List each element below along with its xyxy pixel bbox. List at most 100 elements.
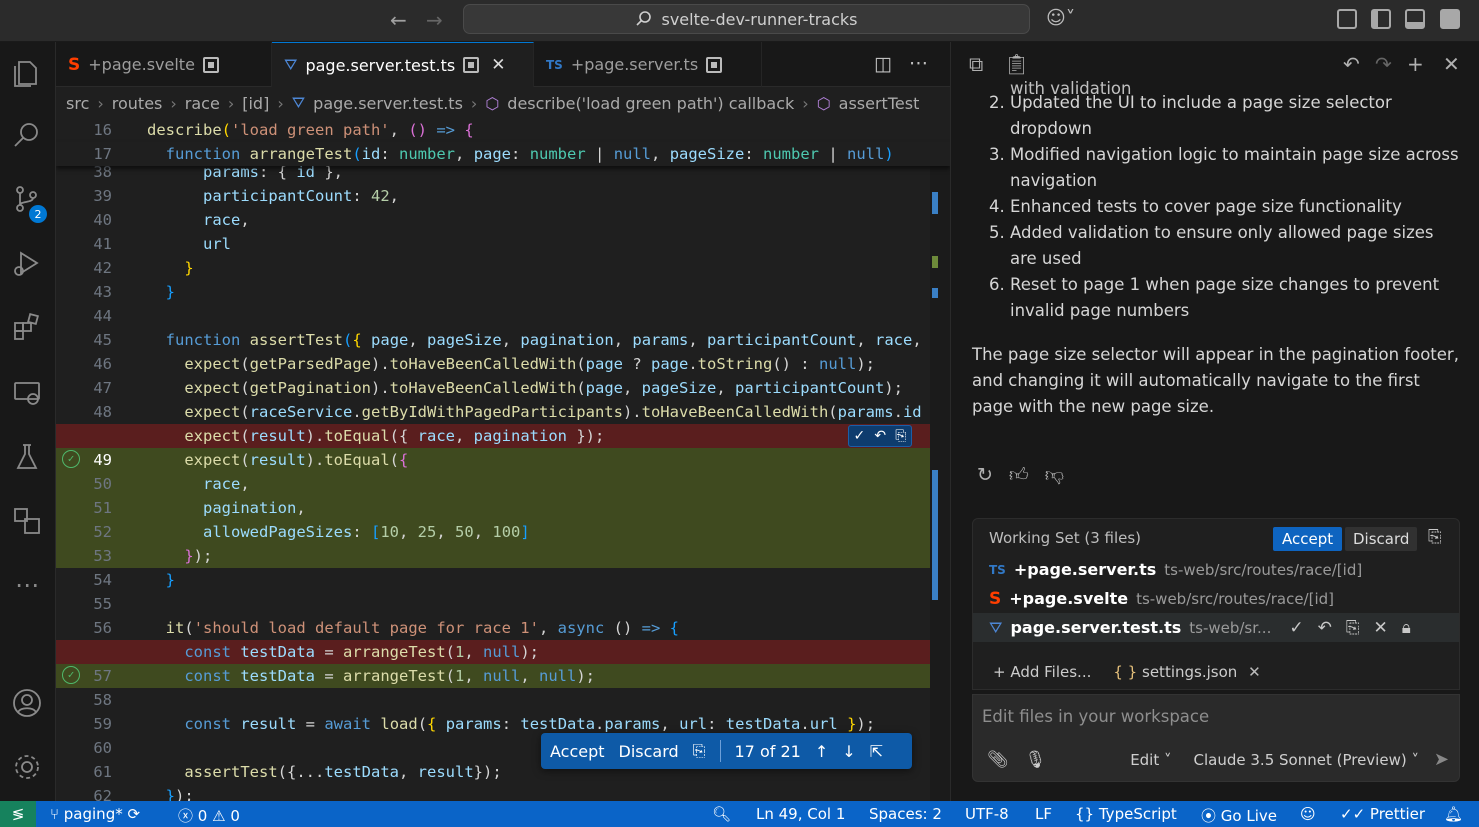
testing-icon[interactable] bbox=[10, 440, 44, 474]
code-line[interactable]: 40 race, bbox=[56, 208, 950, 232]
accept-file-icon[interactable]: ✓ bbox=[1289, 618, 1303, 638]
working-set-file[interactable]: TS +page.server.ts ts-web/src/routes/rac… bbox=[973, 555, 1459, 584]
accounts-icon[interactable] bbox=[10, 686, 44, 720]
code-line[interactable]: 44 bbox=[56, 304, 950, 328]
copilot-status-icon[interactable]: ☺ bbox=[1300, 805, 1316, 823]
code-line[interactable]: 47 expect(getPagination).toHaveBeenCalle… bbox=[56, 376, 950, 400]
added-code-line[interactable]: ✓ 57 const testData = arrangeTest(1, null… bbox=[56, 664, 950, 688]
thumbs-up-icon[interactable]: 👍︎ bbox=[1009, 464, 1029, 487]
code-line[interactable]: 48 expect(raceService.getByIdWithPagedPa… bbox=[56, 400, 950, 424]
copy-hunk-icon[interactable]: ⎘ bbox=[895, 428, 906, 444]
search-icon[interactable] bbox=[10, 118, 44, 152]
added-code-line[interactable]: 50 race, bbox=[56, 472, 950, 496]
close-tab-icon[interactable]: ✕ bbox=[491, 55, 505, 75]
send-icon[interactable]: ➤ bbox=[1434, 749, 1449, 770]
code-line[interactable]: 56 it('should load default page for race… bbox=[56, 616, 950, 640]
breadcrumb-item[interactable]: assertTest bbox=[839, 94, 920, 113]
problems-indicator[interactable]: ⓧ 0 ⚠ 0 bbox=[178, 805, 240, 826]
explorer-icon[interactable] bbox=[10, 56, 44, 90]
forward-arrow-icon[interactable]: → bbox=[426, 8, 443, 32]
settings-gear-icon[interactable] bbox=[10, 750, 44, 784]
discard-file-icon[interactable]: ↶ bbox=[1318, 618, 1332, 638]
code-line[interactable]: 46 expect(getParsedPage).toHaveBeenCalle… bbox=[56, 352, 950, 376]
breadcrumb-item[interactable]: [id] bbox=[242, 94, 269, 113]
accept-hunk-icon[interactable]: ✓ bbox=[854, 428, 866, 444]
toggle-panel-icon[interactable] bbox=[1405, 9, 1425, 29]
breadcrumb-item[interactable]: page.server.test.ts bbox=[313, 94, 463, 113]
cursor-position[interactable]: Ln 49, Col 1 bbox=[756, 805, 845, 823]
discard-changes-button[interactable]: Discard bbox=[619, 742, 679, 761]
sticky-scroll-line[interactable]: 16 describe('load green path', () => { bbox=[56, 118, 950, 142]
overview-ruler[interactable] bbox=[930, 118, 950, 801]
copilot-icon[interactable]: ☺˅ bbox=[1046, 7, 1075, 29]
tab-page-server-ts[interactable]: TS +page.server.ts bbox=[534, 42, 762, 87]
command-center-search[interactable]: svelte-dev-runner-tracks bbox=[463, 4, 1030, 34]
added-code-line[interactable]: 53 }); bbox=[56, 544, 950, 568]
code-line[interactable]: 41 url bbox=[56, 232, 950, 256]
previous-change-icon[interactable]: ↑ bbox=[815, 742, 828, 761]
more-actions-icon[interactable]: ⋯ bbox=[909, 52, 928, 74]
zoom-icon[interactable]: 🔍︎ bbox=[712, 805, 731, 823]
working-set-file[interactable]: S +page.svelte ts-web/src/routes/race/[i… bbox=[973, 584, 1459, 613]
code-line[interactable]: 62 }); bbox=[56, 784, 950, 801]
new-window-icon[interactable]: ⧉ bbox=[969, 52, 983, 76]
accept-changes-button[interactable]: Accept bbox=[550, 742, 605, 761]
accept-all-button[interactable]: Accept bbox=[1273, 527, 1343, 551]
add-files-button[interactable]: + Add Files... bbox=[993, 663, 1091, 681]
remove-context-icon[interactable]: ✕ bbox=[1248, 663, 1261, 681]
redo-icon[interactable]: ↷ bbox=[1375, 52, 1392, 76]
mode-selector[interactable]: Edit ˅ bbox=[1130, 751, 1171, 769]
language-mode[interactable]: {} TypeScript bbox=[1075, 805, 1177, 823]
attach-icon[interactable]: 📎︎ bbox=[987, 750, 1009, 770]
undo-hunk-icon[interactable]: ↶ bbox=[874, 428, 886, 444]
lock-icon[interactable]: 🔒︎ bbox=[1402, 618, 1411, 638]
breadcrumb-item[interactable]: src bbox=[66, 94, 89, 113]
retry-icon[interactable]: ↻ bbox=[977, 464, 993, 487]
code-line[interactable]: 58 bbox=[56, 688, 950, 712]
tab-page-server-test[interactable]: ⛛ page.server.test.ts ✕ bbox=[272, 42, 534, 87]
run-debug-icon[interactable] bbox=[10, 246, 44, 280]
code-line[interactable]: 39 participantCount: 42, bbox=[56, 184, 950, 208]
remove-file-icon[interactable]: ✕ bbox=[1373, 618, 1387, 638]
remote-indicator-icon[interactable]: ≶ bbox=[0, 801, 36, 827]
end-of-line[interactable]: LF bbox=[1035, 805, 1052, 823]
open-diff-icon[interactable]: ⎘ bbox=[1346, 618, 1360, 638]
deleted-code-line[interactable]: const testData = arrangeTest(1, null); bbox=[56, 640, 950, 664]
added-code-line[interactable]: 51 pagination, bbox=[56, 496, 950, 520]
remote-explorer-icon[interactable] bbox=[10, 376, 44, 410]
close-panel-icon[interactable]: ✕ bbox=[1443, 52, 1460, 76]
microphone-icon[interactable]: 🎙︎ bbox=[1025, 750, 1047, 770]
code-line[interactable]: 55 bbox=[56, 592, 950, 616]
open-diff-icon[interactable]: ⎘ bbox=[693, 741, 706, 761]
code-line[interactable]: 43 } bbox=[56, 280, 950, 304]
view-all-edits-icon[interactable]: ⎘ bbox=[1428, 527, 1442, 547]
indentation[interactable]: Spaces: 2 bbox=[869, 805, 942, 823]
go-live-button[interactable]: ⦿ Go Live bbox=[1201, 805, 1277, 826]
next-change-icon[interactable]: ↓ bbox=[842, 742, 855, 761]
back-arrow-icon[interactable]: ← bbox=[390, 8, 407, 32]
working-set-file[interactable]: ⛛ page.server.test.ts ts-web/sr... ✓ ↶ ⎘… bbox=[973, 613, 1459, 642]
notifications-bell-icon[interactable]: 🔔︎ bbox=[1444, 805, 1463, 823]
breadcrumb-item[interactable]: routes bbox=[112, 94, 163, 113]
open-file-icon[interactable]: ⇱ bbox=[870, 742, 883, 761]
code-line[interactable]: 45 function assertTest({ page, pageSize,… bbox=[56, 328, 950, 352]
new-edit-session-icon[interactable]: + bbox=[1407, 52, 1424, 76]
added-code-line[interactable]: 52 allowedPageSizes: [10, 25, 50, 100] bbox=[56, 520, 950, 544]
deleted-code-line[interactable]: expect(result).toEqual({ race, paginatio… bbox=[56, 424, 950, 448]
toggle-primary-sidebar-icon[interactable] bbox=[1371, 9, 1391, 29]
code-editor[interactable]: 16 describe('load green path', () => {17 … bbox=[56, 118, 950, 801]
split-editor-icon[interactable]: ◫ bbox=[874, 53, 892, 75]
thumbs-down-icon[interactable]: 👎︎ bbox=[1045, 464, 1064, 487]
copilot-edits-icon[interactable] bbox=[10, 504, 44, 538]
undo-icon[interactable]: ↶ bbox=[1343, 52, 1360, 76]
more-icon[interactable]: ⋯ bbox=[10, 568, 44, 602]
prettier-button[interactable]: ✓✓ Prettier bbox=[1340, 805, 1425, 823]
customize-layout-icon[interactable] bbox=[1337, 9, 1357, 29]
code-line[interactable]: 54 } bbox=[56, 568, 950, 592]
edit-prompt-input[interactable] bbox=[982, 707, 1442, 726]
toggle-secondary-sidebar-icon[interactable] bbox=[1440, 9, 1460, 29]
breadcrumb-item[interactable]: describe('load green path') callback bbox=[507, 94, 794, 113]
sticky-scroll-line[interactable]: 17 function arrangeTest(id: number, page… bbox=[56, 142, 950, 166]
model-selector[interactable]: Claude 3.5 Sonnet (Preview) ˅ bbox=[1194, 751, 1419, 769]
extensions-icon[interactable] bbox=[10, 310, 44, 344]
